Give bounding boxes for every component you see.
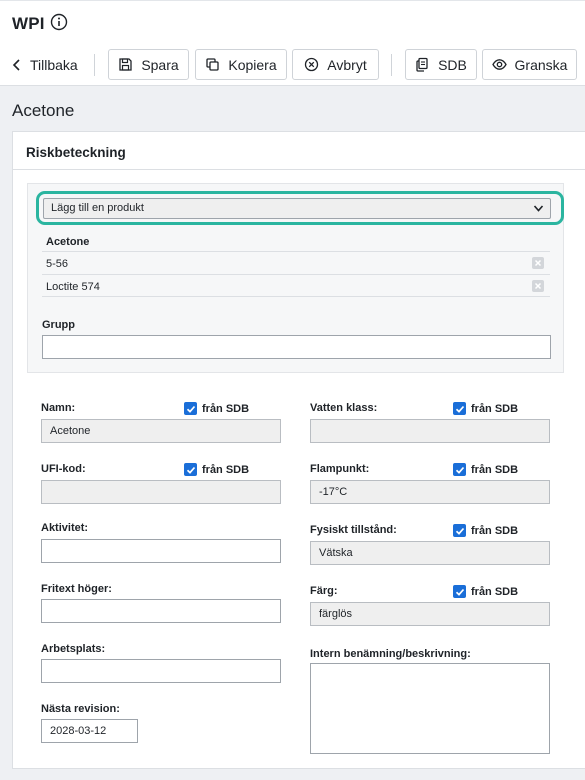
- top-bar: WPI Tillbaka Spara Kopiera Avbryt SDB Gr…: [0, 0, 585, 86]
- product-row: 5-56: [42, 251, 550, 274]
- product-row: Loctite 574: [42, 274, 550, 297]
- remove-product-button[interactable]: [532, 257, 544, 269]
- ufi-label: UFI-kod:: [41, 463, 86, 475]
- flash-point-input[interactable]: -17°C: [310, 480, 550, 504]
- chevron-left-icon: [12, 59, 20, 71]
- check-icon: [453, 585, 466, 598]
- physical-state-label: Fysiskt tillstånd:: [310, 524, 397, 536]
- add-product-select[interactable]: Lägg till en produkt: [43, 198, 551, 219]
- copy-label: Kopiera: [228, 56, 277, 73]
- checkbox-label: från SDB: [202, 463, 250, 476]
- next-revision-input[interactable]: 2028-03-12: [41, 719, 138, 743]
- product-group-label: Acetone: [46, 236, 90, 248]
- review-label: Granska: [514, 56, 568, 73]
- close-icon: [534, 259, 542, 267]
- checkbox-label: från SDB: [471, 524, 519, 537]
- flash-point-label: Flampunkt:: [310, 463, 370, 475]
- back-label: Tillbaka: [30, 57, 78, 73]
- check-icon: [453, 463, 466, 476]
- internal-label: Intern benämning/beskrivning:: [310, 648, 471, 660]
- internal-textarea[interactable]: [310, 663, 550, 754]
- check-icon: [453, 524, 466, 537]
- ufi-input[interactable]: [41, 480, 281, 504]
- water-class-from-sdb-checkbox[interactable]: från SDB: [453, 402, 518, 415]
- name-input[interactable]: Acetone: [41, 419, 281, 443]
- card-header: Riskbeteckning: [13, 132, 585, 170]
- info-icon[interactable]: [50, 13, 68, 31]
- group-label: Grupp: [42, 319, 75, 331]
- checkbox-label: från SDB: [471, 463, 519, 476]
- product-name: 5-56: [46, 258, 69, 270]
- chevron-down-icon: [533, 205, 544, 212]
- water-class-input[interactable]: [310, 419, 550, 443]
- free-text-label: Fritext höger:: [41, 583, 112, 595]
- check-icon: [184, 463, 197, 476]
- eye-icon: [491, 59, 507, 70]
- save-label: Spara: [141, 56, 179, 73]
- activity-input[interactable]: [41, 539, 281, 563]
- workplace-label: Arbetsplats:: [41, 643, 106, 655]
- checkbox-label: från SDB: [471, 402, 519, 415]
- product-name: Loctite 574: [46, 281, 100, 293]
- check-icon: [184, 402, 197, 415]
- product-panel: Lägg till en produkt Acetone 5-56 Loctit…: [27, 183, 564, 373]
- water-class-label: Vatten klass:: [310, 402, 378, 414]
- name-from-sdb-checkbox[interactable]: från SDB: [184, 402, 249, 415]
- sdb-button[interactable]: SDB: [405, 49, 477, 80]
- sdb-label: SDB: [438, 56, 467, 73]
- next-revision-label: Nästa revision:: [41, 703, 120, 715]
- workplace-input[interactable]: [41, 659, 281, 683]
- color-from-sdb-checkbox[interactable]: från SDB: [453, 585, 518, 598]
- document-icon: [416, 57, 428, 72]
- checkbox-label: från SDB: [202, 402, 250, 415]
- app-title: WPI: [12, 14, 45, 33]
- color-input[interactable]: färglös: [310, 602, 550, 626]
- toolbar-divider: [94, 54, 95, 76]
- page-title: Acetone: [12, 101, 75, 120]
- close-icon: [534, 282, 542, 290]
- checkbox-label: från SDB: [471, 585, 519, 598]
- copy-button[interactable]: Kopiera: [195, 49, 287, 80]
- save-button[interactable]: Spara: [108, 49, 189, 80]
- free-text-input[interactable]: [41, 599, 281, 623]
- group-input[interactable]: [42, 335, 551, 359]
- cancel-label: Avbryt: [327, 56, 367, 73]
- check-icon: [453, 402, 466, 415]
- color-label: Färg:: [310, 585, 338, 597]
- physical-state-from-sdb-checkbox[interactable]: från SDB: [453, 524, 518, 537]
- physical-state-input[interactable]: Vätska: [310, 541, 550, 565]
- close-circle-icon: [305, 57, 319, 72]
- card-title: Riskbeteckning: [26, 145, 126, 160]
- review-button[interactable]: Granska: [482, 49, 577, 80]
- remove-product-button[interactable]: [532, 280, 544, 292]
- copy-icon: [206, 58, 220, 71]
- activity-label: Aktivitet:: [41, 522, 89, 534]
- add-product-select-value: Lägg till en produkt: [51, 202, 144, 214]
- cancel-button[interactable]: Avbryt: [292, 49, 379, 80]
- ufi-from-sdb-checkbox[interactable]: från SDB: [184, 463, 249, 476]
- back-button[interactable]: Tillbaka: [10, 53, 78, 77]
- save-icon: [119, 58, 132, 71]
- flash-point-from-sdb-checkbox[interactable]: från SDB: [453, 463, 518, 476]
- risk-card: Riskbeteckning Lägg till en produkt Acet…: [12, 131, 585, 769]
- toolbar-divider: [391, 54, 392, 76]
- name-label: Namn:: [41, 402, 76, 414]
